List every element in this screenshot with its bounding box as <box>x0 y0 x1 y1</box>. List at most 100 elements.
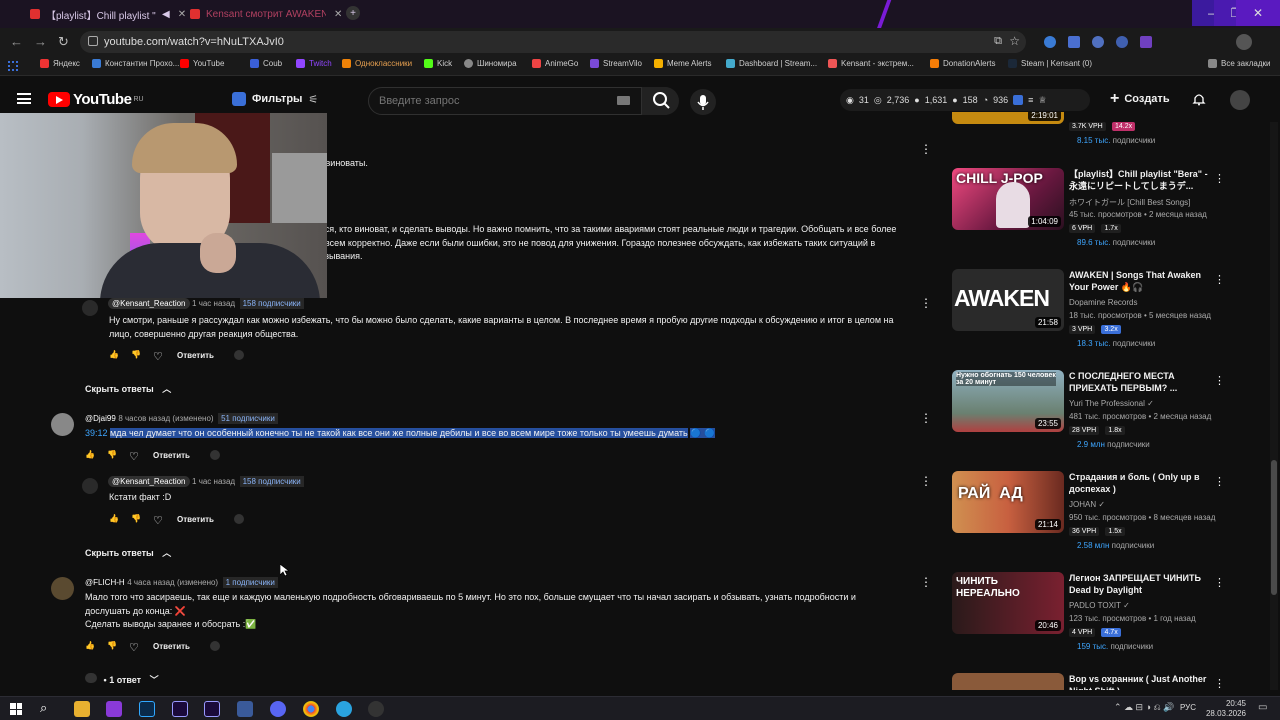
video-thumbnail[interactable] <box>952 673 1064 690</box>
search-button[interactable] <box>641 87 679 115</box>
bookmark-item[interactable]: Twitch <box>296 59 332 68</box>
channel-name[interactable]: PADLO TOXIT ✓ <box>1069 601 1130 610</box>
video-card[interactable]: AWAKEN 21:58 AWAKEN | Songs That Awaken … <box>952 269 1232 348</box>
video-title[interactable]: Страдания и боль ( Only up в доспехах ) <box>1069 471 1209 495</box>
avatar[interactable] <box>1230 90 1250 110</box>
bookmark-item[interactable]: StreamVilo <box>590 59 642 68</box>
thumbs-up-icon[interactable]: 👍 <box>85 641 95 651</box>
star-icon[interactable]: ☆ <box>1009 34 1020 48</box>
bell-icon[interactable] <box>1192 92 1206 106</box>
hide-replies-button[interactable]: Скрыть ответы ︿ <box>85 546 171 559</box>
more-actions-icon[interactable]: ⋮ <box>920 412 932 424</box>
thumbs-down-icon[interactable]: 👎 <box>107 450 117 460</box>
extension-icon[interactable] <box>1116 36 1128 48</box>
bookmark-item[interactable]: YouTube <box>180 59 224 68</box>
video-thumbnail[interactable]: РАЙ АД 21:14 <box>952 471 1064 533</box>
author-name[interactable]: @FLICH-H <box>85 578 125 587</box>
bookmark-item[interactable]: Одноклассники <box>342 59 412 68</box>
voice-search-button[interactable] <box>690 89 716 115</box>
keyboard-icon[interactable] <box>617 96 630 105</box>
bookmark-item[interactable]: Steam | Kensant (0) <box>1008 59 1092 68</box>
close-tab-icon[interactable]: ✕ <box>334 9 342 20</box>
thumbs-down-icon[interactable]: 👎 <box>131 514 141 524</box>
clock[interactable]: 20:45 28.03.2026 <box>1200 699 1246 719</box>
author-name[interactable]: @Djai99 <box>85 414 116 423</box>
video-title[interactable]: Bop vs охранник ( Just Another Night Shi… <box>1069 673 1209 690</box>
profile-icon[interactable] <box>1236 34 1252 50</box>
page-scrollbar[interactable] <box>1270 122 1278 690</box>
video-card[interactable]: РАЙ АД 21:14 Страдания и боль ( Only up … <box>952 471 1232 550</box>
more-actions-icon[interactable]: ⋮ <box>1214 172 1225 185</box>
bookmark-item[interactable]: Kick <box>424 59 452 68</box>
more-actions-icon[interactable]: ⋮ <box>920 475 932 487</box>
video-title[interactable]: Легион ЗАПРЕЩАЕТ ЧИНИТЬ Dead by Daylight <box>1069 572 1209 596</box>
menu-icon[interactable] <box>17 93 31 104</box>
creator-heart-icon[interactable] <box>209 641 220 651</box>
reply-button[interactable]: Ответить <box>177 351 214 360</box>
more-actions-icon[interactable]: ⋮ <box>920 297 932 309</box>
search-icon[interactable]: ⌕ <box>40 700 47 716</box>
close-window-button[interactable]: ✕ <box>1236 0 1280 26</box>
reply-time[interactable]: 1 час назад <box>192 477 235 486</box>
reload-icon[interactable]: ↻ <box>58 34 69 50</box>
bookmark-item[interactable]: DonationAlerts <box>930 59 995 68</box>
obs-icon[interactable] <box>368 701 384 717</box>
thumbs-down-icon[interactable]: 👎 <box>107 641 117 651</box>
video-card[interactable]: Нужно обогнать 150 человек за 20 минут 2… <box>952 370 1232 449</box>
bookmark-item[interactable]: Kensant - экстрем... <box>828 59 914 68</box>
scrollbar-thumb[interactable] <box>1271 460 1277 595</box>
bookmark-item[interactable]: Dashboard | Stream... <box>726 59 817 68</box>
heart-icon[interactable]: ♡ <box>129 450 139 463</box>
channel-name[interactable]: ホワイトガール [Chill Best Songs] <box>1069 197 1190 208</box>
site-info-icon[interactable] <box>88 36 98 46</box>
forward-icon[interactable]: → <box>34 34 47 49</box>
telegram-icon[interactable] <box>336 701 352 717</box>
video-thumbnail[interactable]: AWAKEN 21:58 <box>952 269 1064 331</box>
heart-icon[interactable]: ♡ <box>153 514 163 527</box>
create-button[interactable]: + Создать <box>1110 88 1170 110</box>
discord-icon[interactable] <box>270 701 286 717</box>
channel-name[interactable]: JOHAN ✓ <box>1069 500 1105 509</box>
bookmark-item[interactable]: Meme Alerts <box>654 59 711 68</box>
language-indicator[interactable]: РУС <box>1180 703 1196 712</box>
thumbs-up-icon[interactable]: 👍 <box>109 350 119 360</box>
hide-replies-button[interactable]: Скрыть ответы ︿ <box>85 382 171 395</box>
file-explorer-icon[interactable] <box>74 701 90 717</box>
apps-icon[interactable] <box>8 61 18 71</box>
channel-name[interactable]: Yuri The Professional ✓ <box>1069 399 1154 408</box>
tab-playlist[interactable]: 【playlist】Chill playlist "Bera" ◀ ✕ <box>30 4 186 24</box>
video-card[interactable]: 2:19:01 3.7K VPH 14.2x 8.15 тыс. подписч… <box>952 112 1232 145</box>
back-icon[interactable]: ← <box>10 34 23 49</box>
creator-heart-icon[interactable] <box>209 450 220 460</box>
creator-heart-icon[interactable] <box>233 350 244 360</box>
more-actions-icon[interactable]: ⋮ <box>1214 475 1225 488</box>
video-card[interactable]: Bop vs охранник ( Just Another Night Shi… <box>952 673 1232 690</box>
video-title[interactable]: 【playlist】Chill playlist "Bera" - 永遠にリピー… <box>1069 168 1209 192</box>
new-tab-button[interactable]: + <box>346 6 360 20</box>
heart-icon[interactable]: ♡ <box>129 641 139 654</box>
video-title[interactable]: AWAKEN | Songs That Awaken Your Power 🔥🎧 <box>1069 269 1209 293</box>
premiere-icon[interactable] <box>172 701 188 717</box>
thumbs-up-icon[interactable]: 👍 <box>85 450 95 460</box>
video-thumbnail[interactable]: CHILL J-POP 1:04:09 <box>952 168 1064 230</box>
thumbs-up-icon[interactable]: 👍 <box>109 514 119 524</box>
extension-icon[interactable] <box>1013 95 1024 105</box>
more-actions-icon[interactable]: ⋮ <box>920 143 932 155</box>
thumbs-down-icon[interactable]: 👎 <box>131 350 141 360</box>
more-actions-icon[interactable]: ⋮ <box>1214 576 1225 589</box>
extension-icon[interactable] <box>1044 36 1056 48</box>
install-icon[interactable]: ⧉ <box>994 35 1002 48</box>
media-encoder-icon[interactable] <box>204 701 220 717</box>
filters-button[interactable]: Фильтры ⚟ <box>232 88 318 110</box>
video-thumbnail[interactable]: 2:19:01 <box>952 112 1064 124</box>
creator-heart-icon[interactable] <box>233 514 244 524</box>
app-icon[interactable] <box>237 701 253 717</box>
avatar[interactable] <box>51 577 74 600</box>
more-actions-icon[interactable]: ⋮ <box>920 576 932 588</box>
windows-start-icon[interactable] <box>10 703 22 715</box>
video-timestamp-link[interactable]: 39:12 <box>85 428 108 438</box>
more-actions-icon[interactable]: ⋮ <box>1214 677 1225 690</box>
avatar[interactable] <box>82 478 98 494</box>
youtube-logo[interactable]: YouTube RU <box>48 91 144 108</box>
chrome-icon[interactable] <box>303 701 319 717</box>
